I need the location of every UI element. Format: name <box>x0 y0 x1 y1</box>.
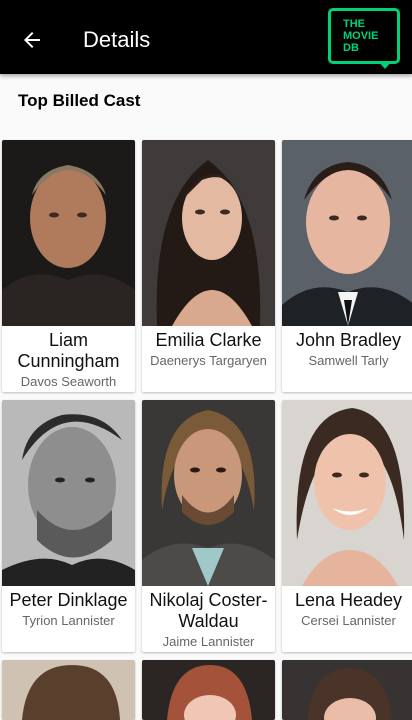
section-title: Top Billed Cast <box>18 91 141 110</box>
cast-character: Tyrion Lannister <box>22 613 115 628</box>
logo-frame: THE MOVIE DB <box>328 8 400 64</box>
cast-name: Liam Cunningham <box>17 330 120 371</box>
cast-character: Daenerys Targaryen <box>150 353 267 368</box>
cast-name: Peter Dinklage <box>9 590 128 610</box>
cast-name: Emilia Clarke <box>155 330 262 350</box>
cast-photo <box>142 140 275 326</box>
cast-photo <box>282 400 412 586</box>
cast-card[interactable]: Nikolaj Coster-Waldau Jaime Lannister <box>142 400 275 652</box>
cast-card-partial[interactable] <box>282 660 412 720</box>
cast-character: Cersei Lannister <box>301 613 396 628</box>
cast-card[interactable]: Lena Headey Cersei Lannister <box>282 400 412 652</box>
tmdb-logo[interactable]: THE MOVIE DB <box>328 8 400 70</box>
cast-photo <box>282 140 412 326</box>
cast-card[interactable]: Peter Dinklage Tyrion Lannister <box>2 400 135 652</box>
cast-character: Jaime Lannister <box>162 634 255 649</box>
cast-name: Nikolaj Coster-Waldau <box>149 590 268 631</box>
cast-name: Lena Headey <box>294 590 403 610</box>
arrow-left-icon <box>24 32 40 48</box>
cast-card[interactable]: Liam Cunningham Davos Seaworth <box>2 140 135 392</box>
app-bar: Details THE MOVIE DB <box>0 0 412 74</box>
cast-card[interactable]: Emilia Clarke Daenerys Targaryen <box>142 140 275 392</box>
cast-character: Davos Seaworth <box>20 374 117 389</box>
cast-photo <box>2 400 135 586</box>
cast-card-partial[interactable] <box>2 660 135 720</box>
back-button[interactable] <box>14 22 50 58</box>
cast-card[interactable]: John Bradley Samwell Tarly <box>282 140 412 392</box>
cast-card-partial[interactable] <box>142 660 275 720</box>
cast-photo <box>282 660 412 720</box>
logo-tail <box>378 61 392 69</box>
logo-text: THE MOVIE DB <box>343 18 379 54</box>
cast-photo <box>2 140 135 326</box>
page-title: Details <box>83 27 151 52</box>
cast-name: John Bradley <box>295 330 402 350</box>
cast-photo <box>142 400 275 586</box>
cast-photo <box>2 660 135 720</box>
cast-photo <box>142 660 275 720</box>
cast-character: Samwell Tarly <box>308 353 389 368</box>
